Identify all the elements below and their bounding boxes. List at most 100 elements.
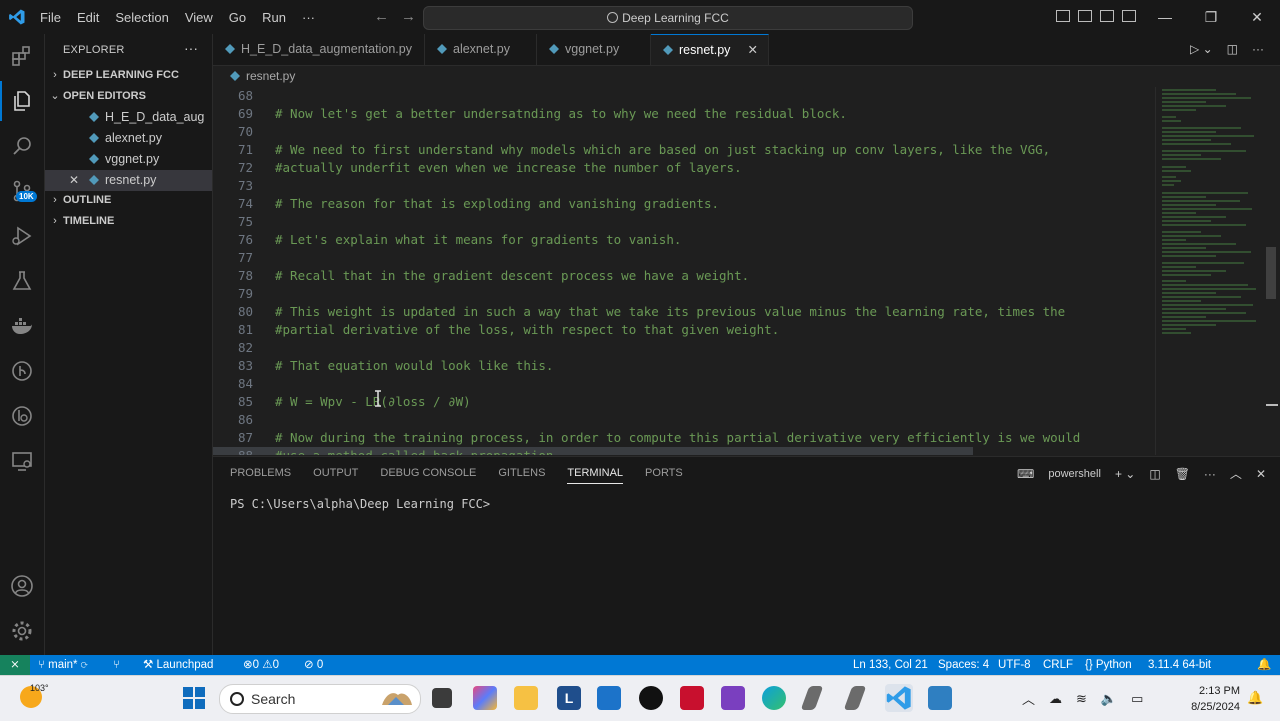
edge-browser-icon[interactable] (762, 686, 786, 710)
pen-app-icon[interactable] (800, 686, 824, 710)
docker-icon[interactable] (10, 314, 34, 338)
toggle-secondary-sidebar-icon[interactable] (1100, 10, 1114, 22)
tab-alexnet[interactable]: alexnet.py (425, 34, 537, 65)
command-center-search[interactable]: Deep Learning FCC (423, 6, 913, 30)
l-app-icon[interactable]: L (557, 686, 581, 710)
windows-start-icon[interactable] (183, 687, 205, 709)
tab-debug-console[interactable]: DEBUG CONSOLE (380, 467, 476, 484)
tab-resnet[interactable]: resnet.py ✕ (651, 34, 769, 65)
toggle-panel-icon[interactable] (1078, 10, 1092, 22)
tab-problems[interactable]: PROBLEMS (230, 467, 291, 484)
taskbar-clock[interactable]: 2:13 PM 8/25/2024 (1186, 683, 1240, 715)
search-view-icon[interactable] (10, 134, 34, 158)
cursor-position[interactable]: Ln 133, Col 21 (853, 655, 928, 675)
microsoft-store-icon[interactable] (597, 686, 621, 710)
git-graph-icon[interactable]: ⑂ (113, 655, 120, 675)
restore-button[interactable]: ❐ (1188, 0, 1234, 34)
wifi-icon[interactable]: ≋ (1076, 691, 1087, 707)
python-interpreter[interactable]: 3.11.4 64-bit (1148, 655, 1211, 675)
code-editor[interactable]: 68 69 # Now let's get a better undersatnd… (213, 87, 1153, 455)
encoding[interactable]: UTF-8 (998, 655, 1031, 675)
remote-indicator-icon[interactable]: ⨯ (0, 655, 30, 675)
gitlens-inspect-icon[interactable] (10, 404, 34, 428)
tiktok-icon[interactable] (639, 686, 663, 710)
menu-edit[interactable]: Edit (69, 10, 107, 25)
notifications-bell-icon[interactable]: 🔔 (1257, 655, 1271, 675)
sidebar-more-actions[interactable]: ··· (184, 40, 198, 56)
timeline-section[interactable]: › TIMELINE (45, 211, 212, 232)
terminal-prompt[interactable]: PS C:\Users\alpha\Deep Learning FCC> (230, 497, 490, 511)
tab-vggnet[interactable]: vggnet.py (537, 34, 651, 65)
menu-file[interactable]: File (32, 10, 69, 25)
media-app-icon[interactable] (721, 686, 745, 710)
back-arrow-icon[interactable]: ← (374, 8, 389, 25)
open-editor-item[interactable]: vggnet.py (45, 149, 212, 170)
run-debug-icon[interactable] (10, 224, 34, 248)
close-tab-icon[interactable]: ✕ (748, 35, 758, 66)
outline-section[interactable]: › OUTLINE (45, 190, 212, 211)
folder-section[interactable]: › DEEP LEARNING FCC (45, 65, 212, 86)
pen-app-icon-2[interactable] (843, 686, 867, 710)
menu-selection[interactable]: Selection (107, 10, 176, 25)
editor-scrollbar-thumb[interactable] (1266, 247, 1276, 299)
task-view-icon[interactable] (432, 688, 452, 708)
maximize-panel-icon[interactable]: ︿ (1230, 465, 1242, 482)
customize-layout-icon[interactable] (1122, 10, 1136, 22)
ports-status[interactable]: ⊘ 0 (304, 655, 323, 675)
mcafee-icon[interactable] (680, 686, 704, 710)
notification-center-icon[interactable]: 🔔 (1247, 690, 1263, 706)
menu-view[interactable]: View (177, 10, 221, 25)
open-editor-item[interactable]: H_E_D_data_aug... (45, 107, 212, 128)
more-actions-icon[interactable]: ··· (1204, 467, 1216, 481)
indentation[interactable]: Spaces: 4 (938, 655, 989, 675)
screen-app-icon[interactable] (928, 686, 952, 710)
extensions-icon[interactable] (10, 44, 34, 68)
terminal-shell-name[interactable]: powershell (1048, 468, 1101, 480)
settings-gear-icon[interactable] (10, 619, 34, 643)
tray-overflow-chevron-icon[interactable]: ︿ (1022, 689, 1035, 708)
branch-status[interactable]: ⑂ main* ⟳ (38, 655, 88, 675)
close-editor-icon[interactable]: ✕ (69, 170, 79, 191)
launchpad-status[interactable]: ⚒ Launchpad (143, 655, 213, 675)
open-editors-section[interactable]: ⌄ OPEN EDITORS (45, 86, 212, 107)
tab-hed-data-augmentation[interactable]: H_E_D_data_augmentation.py (213, 34, 425, 65)
file-explorer-icon[interactable] (514, 686, 538, 710)
battery-icon[interactable]: ▭ (1131, 691, 1143, 707)
gitlens-icon[interactable] (10, 359, 34, 383)
more-actions-icon[interactable]: ··· (1252, 42, 1264, 56)
problems-status[interactable]: ⊗0 ⚠0 (243, 655, 279, 675)
menu-go[interactable]: Go (221, 10, 254, 25)
tab-output[interactable]: OUTPUT (313, 467, 358, 484)
tab-ports[interactable]: PORTS (645, 467, 683, 484)
tab-terminal[interactable]: TERMINAL (567, 467, 624, 484)
status-bar: ⨯ ⑂ main* ⟳ ⑂ ⚒ Launchpad ⊗0 ⚠0 ⊘ 0 Ln 1… (0, 655, 1280, 675)
open-editor-item-selected[interactable]: ✕ resnet.py (45, 170, 212, 191)
split-editor-icon[interactable]: ◫ (1227, 42, 1238, 56)
testing-flask-icon[interactable] (10, 269, 34, 293)
volume-icon[interactable]: 🔈 (1101, 691, 1117, 707)
new-terminal-icon[interactable]: + ⌄ (1115, 467, 1135, 481)
minimap[interactable] (1155, 87, 1266, 455)
menu-more[interactable]: ··· (294, 10, 323, 25)
language-mode[interactable]: {} Python (1085, 655, 1132, 675)
kill-terminal-icon[interactable]: 🗑 (1175, 467, 1190, 481)
remote-explorer-icon[interactable] (10, 449, 34, 473)
close-window-button[interactable]: ✕ (1234, 0, 1280, 34)
toggle-primary-sidebar-icon[interactable] (1056, 10, 1070, 22)
vscode-taskbar-icon[interactable] (885, 684, 913, 712)
tab-gitlens[interactable]: GITLENS (498, 467, 545, 484)
forward-arrow-icon[interactable]: → (401, 8, 416, 25)
explorer-icon[interactable] (0, 81, 34, 121)
close-panel-icon[interactable]: ✕ (1256, 467, 1266, 481)
minimize-button[interactable]: — (1142, 0, 1188, 34)
breadcrumb[interactable]: resnet.py (230, 66, 295, 86)
open-editor-item[interactable]: alexnet.py (45, 128, 212, 149)
split-terminal-icon[interactable]: ◫ (1149, 467, 1160, 481)
end-of-line[interactable]: CRLF (1043, 655, 1073, 675)
account-icon[interactable] (10, 574, 34, 598)
menu-run[interactable]: Run (254, 10, 294, 25)
copilot-icon[interactable] (473, 686, 497, 710)
run-python-file-icon[interactable]: ▷ ⌄ (1190, 42, 1213, 56)
taskbar-search[interactable]: Search (219, 684, 421, 714)
onedrive-cloud-icon[interactable]: ☁ (1049, 691, 1062, 707)
